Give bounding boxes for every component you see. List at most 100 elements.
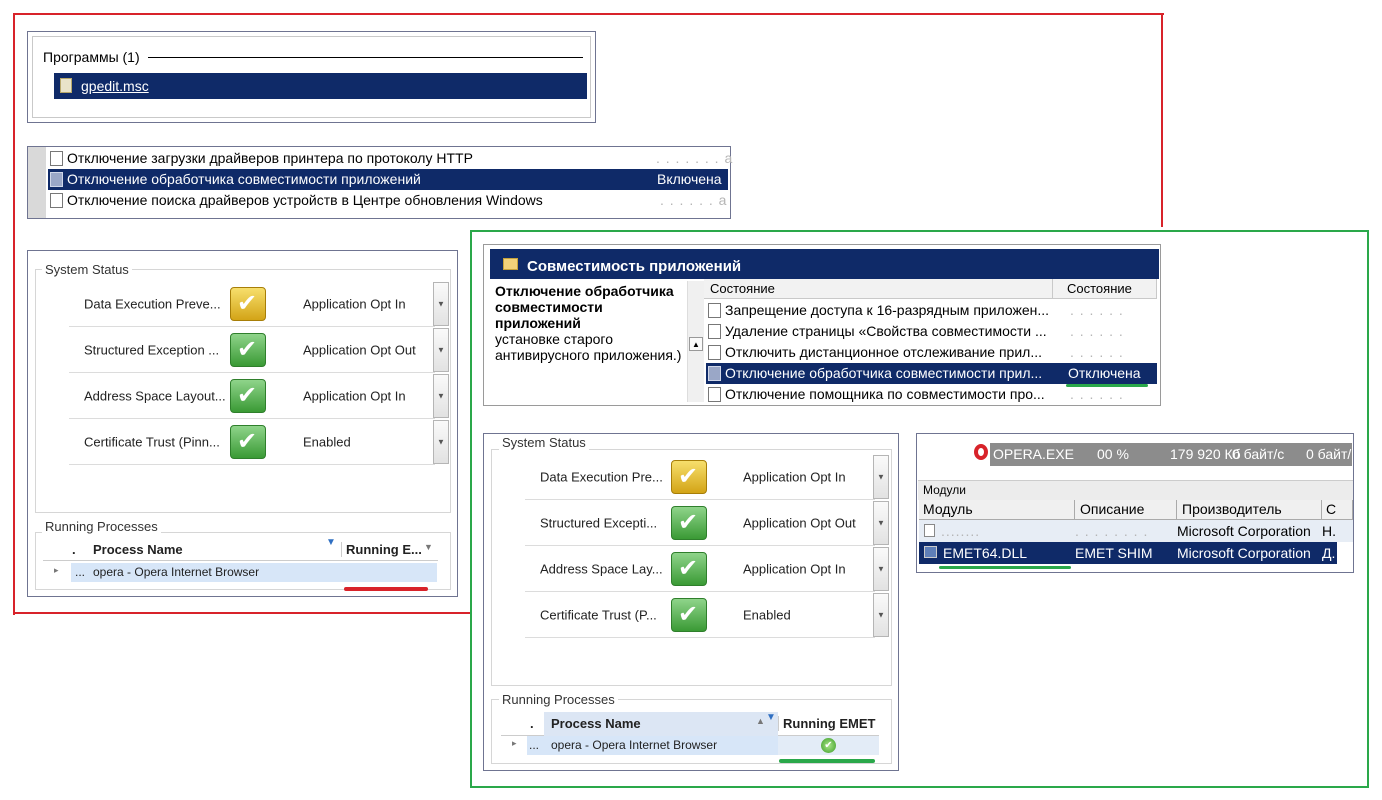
status-row-sehop[interactable]: Structured Exception ... ✔ Application O…: [69, 327, 435, 373]
col-name-header[interactable]: Состояние: [704, 279, 1053, 299]
search-result-gpedit[interactable]: gpedit.msc: [54, 73, 587, 99]
emet-running-ok-icon: ✔: [821, 738, 836, 753]
status-name: Structured Exception ...: [84, 342, 220, 357]
cert-dropdown-button[interactable]: ▼: [873, 593, 889, 637]
check-ok-icon: ✔: [230, 379, 266, 413]
process-dots: ...: [529, 738, 540, 752]
process-summary-row[interactable]: OPERA.EXE 00 % 179 920 Кб 0 байт/с 0 бай…: [990, 443, 1352, 466]
status-name: Certificate Trust (P...: [540, 607, 657, 622]
status-name: Data Execution Preve...: [84, 296, 221, 311]
col-extra-label: С: [1326, 501, 1337, 517]
status-row-sehop[interactable]: Structured Excepti... ✔ Application Opt …: [525, 500, 875, 546]
filter-icon[interactable]: ▼: [766, 712, 776, 723]
policy-setting-icon: [708, 344, 721, 360]
module-row[interactable]: ........ . . . . . . . . Microsoft Corpo…: [919, 520, 1353, 542]
expand-arrow-icon[interactable]: ▸: [512, 738, 517, 749]
policy-row[interactable]: Отключение загрузки драйверов принтера п…: [50, 148, 732, 169]
col-process-header[interactable]: Process Name: [551, 716, 641, 731]
cert-dropdown-button[interactable]: ▼: [433, 420, 449, 464]
process-name: opera - Opera Internet Browser: [551, 738, 718, 752]
status-row-dep[interactable]: Data Execution Preve... ✔ Application Op…: [69, 281, 435, 327]
status-name: Data Execution Pre...: [540, 469, 663, 484]
green-underline-mark: [939, 566, 1071, 569]
policy-setting-icon: [50, 171, 63, 187]
process-row[interactable]: ▸ ... opera - Opera Internet Browser ✔: [512, 736, 879, 755]
module-row-selected[interactable]: EMET64.DLL EMET SHIM Microsoft Corporati…: [919, 542, 1337, 564]
dep-dropdown-button[interactable]: ▼: [433, 282, 449, 326]
policy-setting-icon: [708, 323, 721, 339]
col-dot-header[interactable]: .: [530, 716, 534, 731]
status-value: Application Opt Out: [303, 342, 416, 357]
check-warning-icon: ✔: [671, 460, 707, 494]
status-name: Address Space Lay...: [540, 561, 663, 576]
col-running-header[interactable]: Running E...: [341, 542, 422, 557]
col-module-header[interactable]: Модуль: [919, 500, 1075, 520]
process-table-header: . Process Name ▼ Running E... ▼: [43, 537, 438, 561]
col-desc-header[interactable]: Описание: [1075, 500, 1177, 520]
status-value: Application Opt In: [743, 561, 846, 576]
description-text: установке старого антивирусного приложен…: [495, 331, 682, 363]
compat-row-selected[interactable]: Отключение обработчика совместимости при…: [706, 363, 1157, 384]
status-name: Certificate Trust (Pinn...: [84, 434, 220, 449]
module-vendor: Microsoft Corporation: [1177, 523, 1311, 539]
process-dots: ...: [75, 565, 86, 579]
status-value: Enabled: [743, 607, 791, 622]
process-row[interactable]: ▸ ... opera - Opera Internet Browser: [54, 563, 437, 582]
aslr-dropdown-button[interactable]: ▼: [433, 374, 449, 418]
module-extra: Д.: [1322, 545, 1336, 561]
policy-row[interactable]: Отключение поиска драйверов устройств в …: [50, 190, 728, 211]
status-row-dep[interactable]: Data Execution Pre... ✔ Application Opt …: [525, 454, 875, 500]
policy-setting-icon: [708, 386, 721, 402]
scroll-up-button[interactable]: ▲: [689, 337, 703, 351]
status-row-cert[interactable]: Certificate Trust (Pinn... ✔ Enabled: [69, 419, 435, 465]
sehop-dropdown-button[interactable]: ▼: [433, 328, 449, 372]
process-exe: OPERA.EXE: [993, 446, 1074, 462]
compat-row[interactable]: Отключить дистанционное отслеживание при…: [708, 342, 1157, 363]
modules-pane-title: Модули: [918, 480, 1353, 500]
aslr-dropdown-button[interactable]: ▼: [873, 547, 889, 591]
msc-file-icon: [60, 78, 72, 93]
policy-state: Отключена: [1068, 365, 1141, 381]
col-running-header[interactable]: Running EMET: [778, 716, 875, 731]
policy-state: . . . . . . . a: [656, 150, 734, 166]
status-row-aslr[interactable]: Address Space Lay... ✔ Application Opt I…: [525, 546, 875, 592]
filter-icon[interactable]: ▼: [326, 537, 336, 548]
sort-dropdown-icon[interactable]: ▼: [424, 542, 433, 552]
status-value: Enabled: [303, 434, 351, 449]
search-result-label: gpedit.msc: [81, 78, 149, 94]
status-row-cert[interactable]: Certificate Trust (P... ✔ Enabled: [525, 592, 875, 638]
process-table-header: . Process Name ▲ ▼ Running EMET: [501, 712, 879, 736]
status-row-aslr[interactable]: Address Space Layout... ✔ Application Op…: [69, 373, 435, 419]
compat-row[interactable]: Отключение помощника по совместимости пр…: [708, 384, 1157, 405]
red-frame-bottom-edge: [13, 612, 470, 614]
compat-row[interactable]: Удаление страницы «Свойства совместимост…: [708, 321, 1157, 342]
col-state-label: Состояние: [1067, 281, 1132, 296]
module-desc: EMET SHIM: [1075, 545, 1153, 561]
running-processes-label: Running Processes: [499, 692, 618, 707]
policy-name: Отключить дистанционное отслеживание при…: [725, 344, 1043, 360]
cpu-value: 00 %: [1097, 446, 1129, 462]
sort-asc-icon[interactable]: ▲: [756, 716, 765, 726]
col-vendor-header[interactable]: Производитель: [1177, 500, 1322, 520]
programs-group-title: Программы (1): [43, 49, 140, 65]
col-dot-header[interactable]: .: [72, 542, 76, 557]
compat-title-bar: Совместимость приложений: [490, 249, 1159, 279]
col-extra-header[interactable]: С: [1322, 500, 1353, 520]
sehop-dropdown-button[interactable]: ▼: [873, 501, 889, 545]
start-search-panel: Программы (1) gpedit.msc: [27, 31, 596, 123]
policy-state: . . . . . .: [1070, 344, 1124, 360]
col-process-header[interactable]: Process Name: [93, 542, 183, 557]
dep-dropdown-button[interactable]: ▼: [873, 455, 889, 499]
scrollbar[interactable]: ▲: [687, 281, 704, 402]
red-frame-right-edge: [1161, 13, 1163, 227]
policy-row-selected[interactable]: Отключение обработчика совместимости при…: [48, 169, 728, 190]
check-ok-icon: ✔: [230, 333, 266, 367]
description-heading: Отключение обработчика совместимости при…: [495, 283, 674, 331]
policy-name: Запрещение доступа к 16-разрядным прилож…: [725, 302, 1050, 318]
compat-row[interactable]: Запрещение доступа к 16-разрядным прилож…: [708, 300, 1157, 321]
col-state-header[interactable]: Состояние: [1053, 279, 1157, 299]
check-ok-icon: ✔: [671, 506, 707, 540]
expand-arrow-icon[interactable]: ▸: [54, 565, 59, 576]
red-underline-mark: [344, 587, 428, 591]
module-extra: Н.: [1322, 523, 1336, 539]
